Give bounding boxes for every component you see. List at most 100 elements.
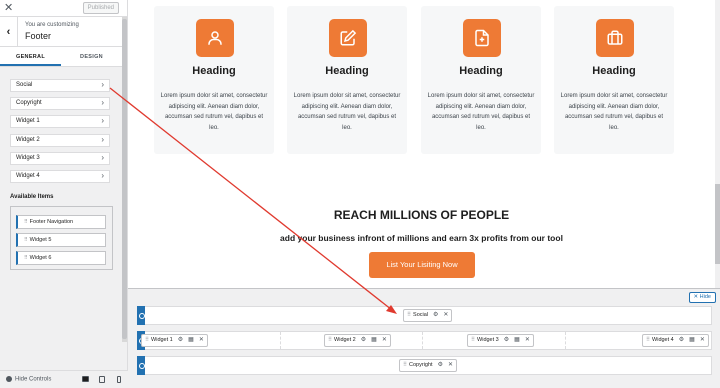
gear-icon[interactable]: ⚙ (433, 312, 438, 318)
chevron-right-icon: › (101, 80, 104, 89)
panel-tabs: GENERAL DESIGN (0, 47, 122, 67)
section-label: Social (16, 82, 33, 88)
desktop-preview-icon[interactable] (82, 376, 89, 382)
available-item-widget-6[interactable]: ⠿ Widget 6 (16, 251, 106, 265)
chevron-right-icon: › (101, 134, 104, 144)
drag-handle-icon: ⠿ (403, 362, 408, 368)
section-label: Copyright (16, 100, 42, 107)
gear-icon[interactable]: ⚙ (504, 337, 509, 343)
available-items-list: ⠿ Footer Navigation ⠿ Widget 5 ⠿ Widget 6 (10, 206, 113, 270)
panel-scrollbar[interactable] (122, 17, 127, 342)
available-item-widget-5[interactable]: ⠿ Widget 5 (16, 233, 106, 247)
drag-handle-icon: ⠿ (407, 312, 412, 318)
columns-icon[interactable]: ▦ (689, 337, 695, 343)
tab-design[interactable]: DESIGN (61, 47, 122, 66)
hide-builder-button[interactable]: ✕ Hide (688, 292, 716, 303)
breadcrumb: ‹ You are customizing Footer (0, 17, 122, 47)
chevron-right-icon: › (101, 98, 104, 108)
gear-icon[interactable]: ⚙ (438, 362, 443, 368)
builder-item-label: Widget 4 (652, 337, 674, 343)
close-icon[interactable]: ✕ (199, 337, 204, 343)
card-heading: Heading (325, 65, 369, 77)
drag-handle-icon: ⠿ (471, 337, 476, 343)
columns-icon[interactable]: ▦ (188, 337, 194, 343)
available-items-title: Available Items (10, 194, 54, 200)
card-text: Lorem ipsum dolor sit amet, consectetur … (293, 93, 401, 131)
feature-card: Heading Lorem ipsum dolor sit amet, cons… (287, 6, 407, 154)
builder-item-widget-3[interactable]: ⠿ Widget 3 ⚙ ▦ ✕ (467, 334, 534, 347)
drag-handle-icon: ⠿ (24, 219, 28, 225)
briefcase-icon (596, 19, 634, 57)
row-settings-gear-icon[interactable] (137, 306, 145, 325)
columns-icon[interactable]: ▦ (514, 337, 520, 343)
section-label: Widget 2 (16, 136, 40, 143)
collapse-icon (6, 376, 12, 382)
close-icon[interactable]: ✕ (4, 2, 13, 14)
feature-card: Heading Lorem ipsum dolor sit amet, cons… (421, 6, 541, 154)
builder-row-main: ⠿ Widget 1 ⚙ ▦ ✕ ⠿ Widget 2 ⚙ ▦ ✕ ⠿ Widget 3 ⚙ ▦ ✕ ⠿… (137, 331, 712, 350)
card-heading: Heading (192, 65, 236, 77)
preview-scrollbar[interactable] (715, 0, 720, 290)
gear-icon[interactable]: ⚙ (361, 337, 366, 343)
close-icon[interactable]: ✕ (382, 337, 387, 343)
builder-row-top: ⠿ Social ⚙ ✕ (137, 306, 712, 325)
publish-button[interactable]: Published (82, 2, 119, 14)
tablet-preview-icon[interactable] (99, 376, 105, 383)
available-item-label: Footer Navigation (29, 219, 74, 225)
builder-item-widget-4[interactable]: ⠿ Widget 4 ⚙ ▦ ✕ (642, 334, 709, 347)
close-icon[interactable]: ✕ (525, 337, 530, 343)
feature-card: Heading Lorem ipsum dolor sit amet, cons… (554, 6, 674, 154)
available-item-label: Widget 5 (29, 237, 52, 243)
section-widget-3[interactable]: Widget 3 › (10, 151, 110, 165)
builder-item-social[interactable]: ⠿ Social ⚙ ✕ (403, 309, 453, 322)
file-plus-icon (463, 19, 501, 57)
close-icon[interactable]: ✕ (443, 312, 448, 318)
row-settings-gear-icon[interactable] (137, 356, 145, 375)
list-listing-button[interactable]: List Your Lisiting Now (369, 252, 475, 278)
available-item-footer-navigation[interactable]: ⠿ Footer Navigation (16, 215, 106, 229)
drag-handle-icon: ⠿ (646, 337, 651, 343)
close-icon[interactable]: ✕ (448, 362, 453, 368)
user-icon (196, 19, 234, 57)
close-icon[interactable]: ✕ (700, 337, 705, 343)
card-heading: Heading (459, 65, 503, 77)
chevron-right-icon: › (101, 152, 104, 162)
cta-subtitle: add your business infront of millions an… (280, 233, 563, 243)
card-text: Lorem ipsum dolor sit amet, consectetur … (560, 93, 668, 131)
section-list: Social › Copyright › Widget 1 › Widget 2… (10, 79, 110, 188)
column-divider (422, 332, 423, 349)
available-item-label: Widget 6 (29, 255, 52, 261)
mobile-preview-icon[interactable] (117, 376, 121, 383)
hide-controls-label: Hide Controls (15, 376, 52, 383)
drag-handle-icon: ⠿ (24, 255, 28, 261)
builder-item-label: Widget 3 (477, 337, 499, 343)
builder-row-bottom: ⠿ Copyright ⚙ ✕ (137, 356, 712, 375)
cta-title: REACH MILLIONS OF PEOPLE (333, 208, 510, 222)
customizer-panel: ✕ Published ‹ You are customizing Footer… (0, 0, 128, 388)
builder-item-widget-1[interactable]: ⠿ Widget 1 ⚙ ▦ ✕ (141, 334, 208, 347)
builder-item-copyright[interactable]: ⠿ Copyright ⚙ ✕ (399, 359, 457, 372)
section-label: Widget 1 (16, 118, 40, 125)
section-copyright[interactable]: Copyright › (10, 97, 110, 111)
section-widget-2[interactable]: Widget 2 › (10, 133, 110, 147)
section-widget-1[interactable]: Widget 1 › (10, 115, 110, 129)
panel-scroll-thumb[interactable] (122, 19, 127, 339)
builder-item-label: Widget 2 (334, 337, 356, 343)
card-heading: Heading (592, 65, 636, 77)
hide-controls-button[interactable]: Hide Controls (6, 376, 51, 383)
preview-scroll-thumb[interactable] (715, 184, 720, 264)
builder-item-widget-2[interactable]: ⠿ Widget 2 ⚙ ▦ ✕ (324, 334, 391, 347)
card-text: Lorem ipsum dolor sit amet, consectetur … (427, 93, 535, 131)
back-button[interactable]: ‹ (0, 17, 18, 47)
section-label: Widget 4 (16, 172, 40, 179)
section-social[interactable]: Social › (10, 79, 110, 92)
tab-general[interactable]: GENERAL (0, 47, 61, 66)
section-widget-4[interactable]: Widget 4 › (10, 169, 110, 183)
gear-icon[interactable]: ⚙ (679, 337, 684, 343)
chevron-right-icon: › (101, 116, 104, 126)
drag-handle-icon: ⠿ (145, 337, 150, 343)
columns-icon[interactable]: ▦ (371, 337, 377, 343)
gear-icon[interactable]: ⚙ (178, 337, 183, 343)
edit-icon (329, 19, 367, 57)
panel-topbar: ✕ Published (0, 0, 127, 17)
